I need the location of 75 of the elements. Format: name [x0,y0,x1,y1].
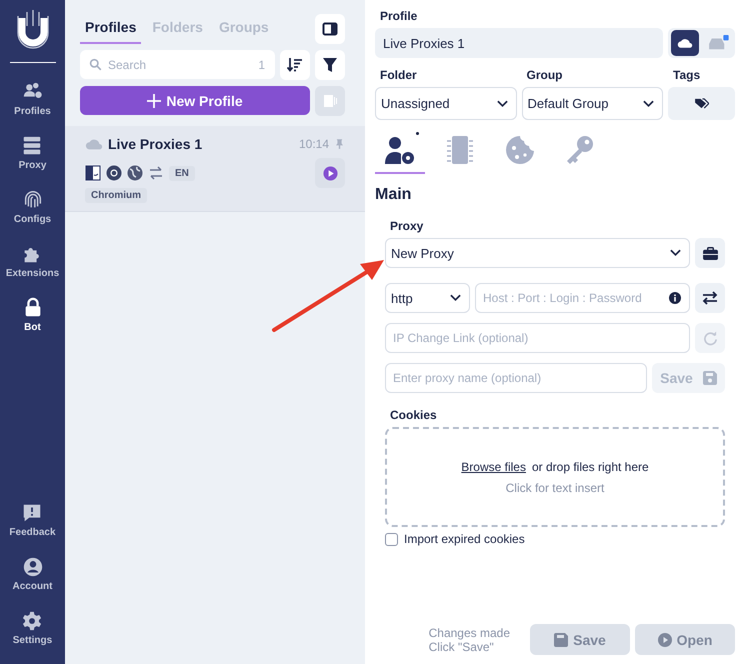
swap-icon [148,165,164,181]
checkbox-label: Import expired cookies [404,532,525,546]
chevron-icon [450,294,461,302]
browser-tag: Chromium [85,188,147,203]
sidebar-item[interactable]: Bot [22,297,44,333]
proxy-select[interactable]: New Proxy [385,238,690,268]
language-tag: EN [169,166,195,180]
folder-select[interactable]: Unassigned [375,87,516,120]
sidebar-item[interactable]: Extensions [6,243,60,279]
play-icon [658,632,672,646]
result-count: 1 [258,58,265,72]
play-icon [322,166,338,180]
insert-hint: Click for text insert [506,480,604,494]
account-icon [22,556,44,578]
field-label: Proxy [390,219,424,233]
field-label: Profile [380,9,418,23]
sort-icon [287,57,303,73]
globe-icon [127,165,143,181]
sidebar-item[interactable]: Account [12,556,52,592]
server-icon [21,135,44,157]
drive-icon [707,35,730,51]
plus-icon [147,94,162,108]
field-label: Cookies [390,408,438,422]
chevron-icon [643,100,654,108]
profile-card[interactable]: Live Proxies 1 10:14 EN Chromium [65,126,365,212]
unsaved-status: Changes made Click "Save" [428,626,510,654]
cookie-drop-zone[interactable]: Browse files or drop files right here Click for text insert [385,427,725,527]
sidebar-item[interactable]: Profiles [14,81,51,117]
swap-icon [702,290,718,306]
cloud-icon [676,37,693,49]
tags-icon [694,98,709,109]
pin-icon [334,136,345,152]
info-icon [669,292,681,304]
drop-text: or drop files right here [532,460,649,474]
profile-name-field[interactable]: Live Proxies 1 [375,28,663,58]
proxy-name-field[interactable]: Enter proxy name (optional) [385,363,647,393]
group-select[interactable]: Default Group [522,87,663,120]
filter-button[interactable] [315,50,345,80]
search-icon [89,58,102,71]
filter-icon [322,57,338,73]
sidebar-item[interactable]: Configs [14,189,52,225]
profile-time: 10:14 [298,137,329,151]
section-title: Main [375,186,412,204]
sort-button[interactable] [280,50,310,80]
panel-icon [322,93,338,109]
profile-name: Live Proxies 1 [108,136,202,152]
refresh-icon [702,330,718,346]
host-field[interactable]: Host : Port : Login : Password [475,283,690,313]
sidebar-item[interactable]: Proxy [18,135,46,171]
chevron-icon [496,100,508,108]
field-label: Tags [673,68,702,82]
feedback-icon [21,502,44,524]
settings-icon [21,610,44,632]
sidebar-item[interactable]: Feedback [9,502,56,538]
editor-tab[interactable] [375,130,425,174]
protocol-select[interactable]: http [385,283,470,313]
launch-button[interactable] [315,158,345,188]
new-profile-button[interactable]: New Profile [80,86,310,115]
field-label: Group [526,68,564,82]
briefcase-icon [702,246,718,260]
cookie-icon [503,134,537,166]
swap-button[interactable] [695,283,725,313]
panel-tab[interactable]: Profiles [80,13,142,44]
browse-files-link[interactable]: Browse files [461,460,526,474]
sidebar-item[interactable]: Settings [12,610,52,646]
checkbox[interactable] [385,532,398,546]
panel-toggle-button[interactable] [315,14,345,44]
sidebar-toggle-icon [322,20,338,36]
cloud-storage-button[interactable] [670,30,699,56]
field-label: Folder [380,68,418,82]
chevron-icon [670,249,681,257]
proxy-manager-button[interactable] [695,238,725,268]
chrome-icon [106,165,122,181]
ip-change-field[interactable]: IP Change Link (optional) [385,323,690,353]
tags-button[interactable] [668,87,735,120]
